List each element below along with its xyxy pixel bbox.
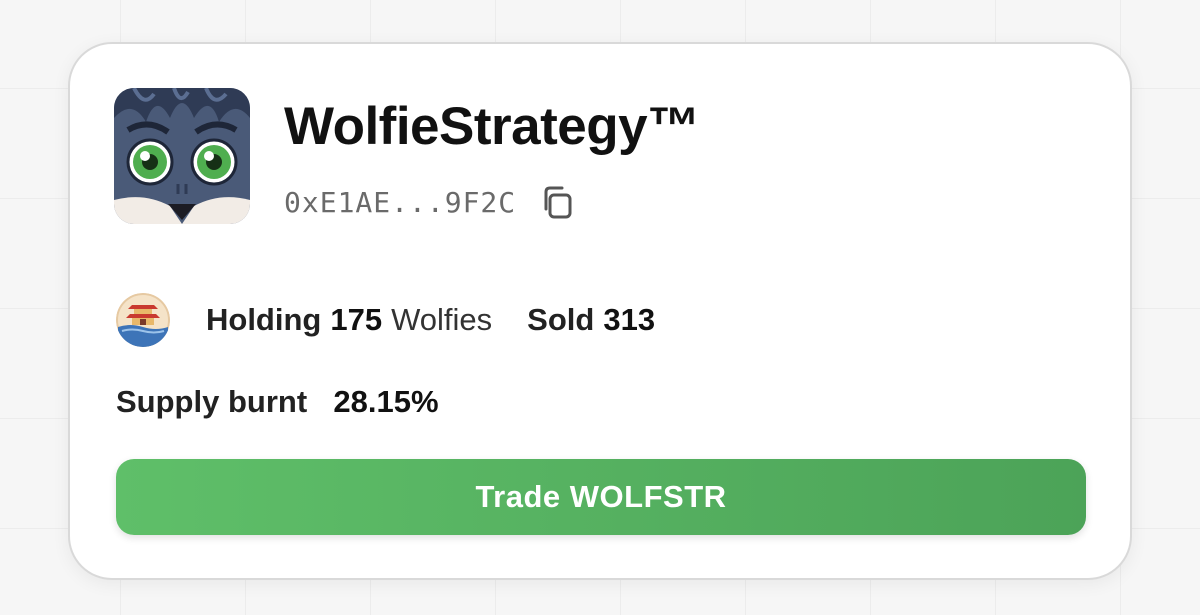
holding-row: Holding 175 Wolfies Sold 313 bbox=[116, 293, 656, 347]
wolf-avatar-icon bbox=[114, 88, 250, 224]
holding-label: Holding bbox=[206, 302, 322, 337]
contract-address: 0xE1AE...9F2C bbox=[284, 185, 517, 219]
trade-button[interactable]: Trade WOLFSTR bbox=[116, 459, 1086, 535]
sold-label: Sold bbox=[527, 302, 595, 337]
address-row: 0xE1AE...9F2C bbox=[284, 180, 576, 224]
copy-icon[interactable] bbox=[538, 183, 576, 221]
token-title: WolfieStrategy™ bbox=[284, 97, 700, 156]
token-card: WolfieStrategy™ 0xE1AE...9F2C Holding 17… bbox=[68, 42, 1132, 580]
supply-burnt-row: Supply burnt 28.15% bbox=[116, 384, 439, 420]
holding-unit: Wolfies bbox=[391, 302, 493, 337]
supply-burnt-label: Supply burnt bbox=[116, 384, 308, 419]
supply-burnt-value: 28.15% bbox=[333, 384, 439, 419]
sold-count: 313 bbox=[603, 302, 656, 337]
pagoda-avatar-icon bbox=[116, 293, 170, 347]
holding-count: 175 bbox=[330, 302, 383, 337]
